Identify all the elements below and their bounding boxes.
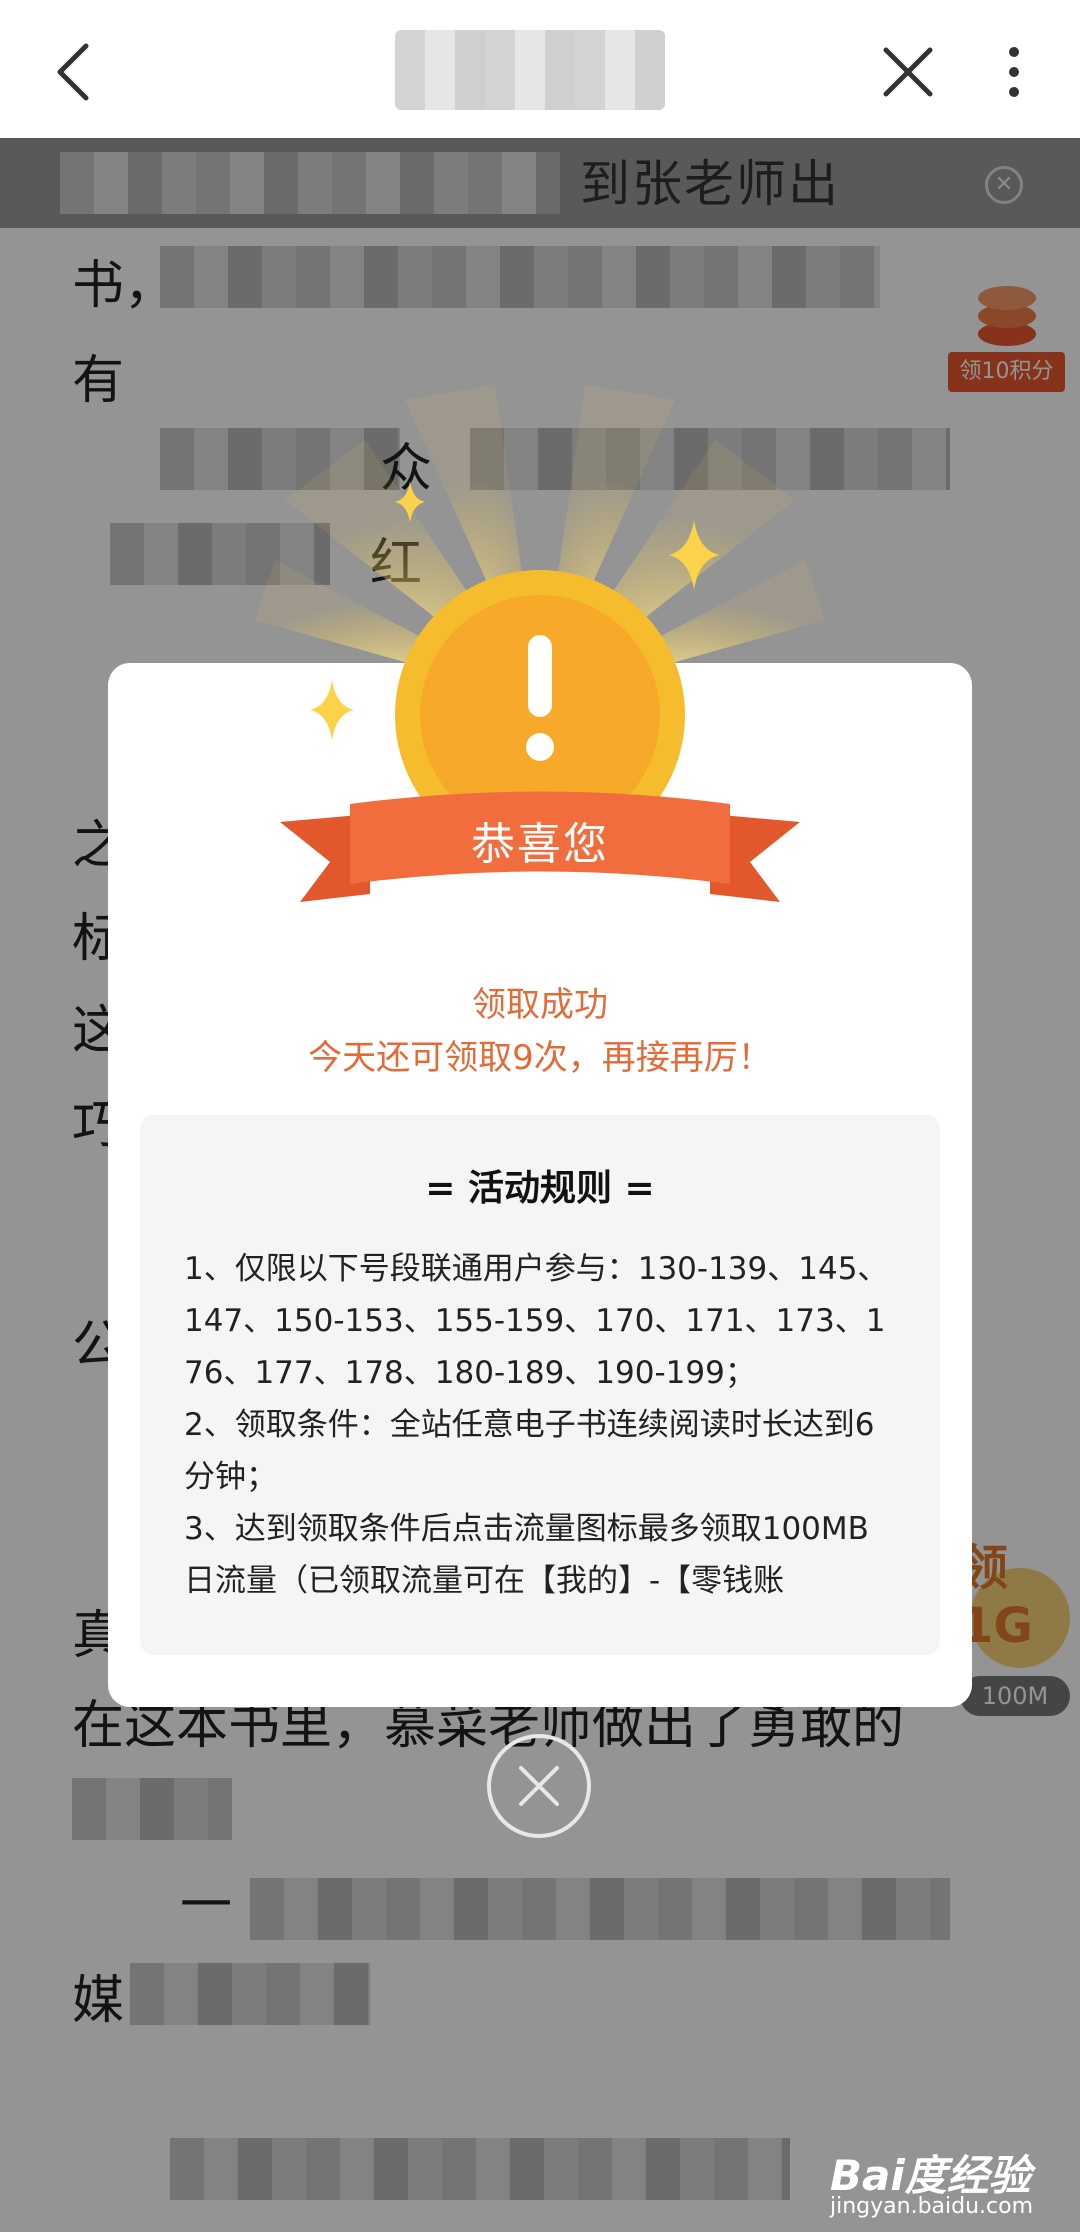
rules-title: = 活动规则 =	[425, 1168, 655, 1209]
sparkle-icon	[310, 680, 354, 744]
sparkle-icon	[395, 480, 425, 528]
close-circle-icon[interactable]	[487, 1734, 591, 1838]
top-nav-bar	[0, 0, 1080, 138]
back-chevron-icon[interactable]	[40, 36, 112, 108]
vertical-dots-icon[interactable]	[984, 36, 1044, 108]
rules-panel[interactable]: = 活动规则 = 1、仅限以下号段联通用户参与：130-139、145、147、…	[140, 1115, 940, 1655]
sparkle-icon	[668, 520, 720, 594]
close-x-icon[interactable]	[872, 36, 944, 108]
rules-fade	[140, 1605, 940, 1655]
remaining-count-text: 今天还可领取9次，再接再厉！	[308, 1038, 772, 1078]
nav-title-blurred	[395, 30, 665, 110]
ribbon-label: 恭喜您	[471, 819, 609, 870]
rules-list: 1、仅限以下号段联通用户参与：130-139、145、147、150-153、1…	[184, 1243, 894, 1607]
baidu-watermark: Bai度经验 jingyan.baidu.com	[830, 2142, 1070, 2222]
watermark-url: jingyan.baidu.com	[830, 2194, 1034, 2219]
rule-item: 2、领取条件：全站任意电子书连续阅读时长达到6分钟；	[184, 1407, 875, 1495]
rule-item: 3、达到领取条件后点击流量图标最多领取100MB日流量（已领取流量可在【我的】-…	[184, 1511, 869, 1599]
success-text: 领取成功	[472, 985, 608, 1025]
rule-item: 1、仅限以下号段联通用户参与：130-139、145、147、150-153、1…	[184, 1251, 889, 1391]
